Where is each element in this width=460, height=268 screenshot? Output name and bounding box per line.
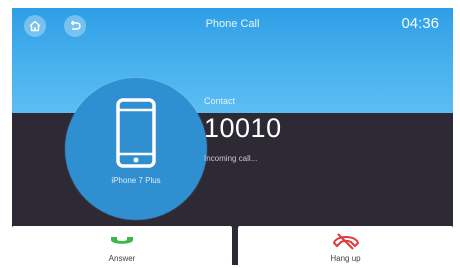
contact-label: Contact: [204, 96, 236, 106]
answer-button[interactable]: Answer: [12, 226, 232, 265]
answer-label: Answer: [108, 254, 136, 263]
clock: 04:36: [401, 15, 439, 32]
caller-number: 10010: [204, 113, 282, 143]
call-status: Incoming call...: [204, 154, 258, 163]
status-bar: Phone Call 04:36: [12, 8, 453, 42]
hangup-label: Hang up: [330, 254, 361, 263]
phone-answer-icon: [111, 237, 133, 244]
phone-call-screen: Phone Call 04:36 iPhone 7 Plus Contact 1…: [12, 8, 453, 265]
smartphone-icon: [116, 98, 156, 168]
call-actions: Answer Hang up: [12, 226, 453, 265]
hangup-button[interactable]: Hang up: [238, 226, 453, 265]
phone-hangup-icon: [332, 233, 359, 250]
page-title: Phone Call: [205, 18, 260, 30]
device-avatar: iPhone 7 Plus: [65, 78, 207, 220]
device-name: iPhone 7 Plus: [111, 176, 161, 185]
